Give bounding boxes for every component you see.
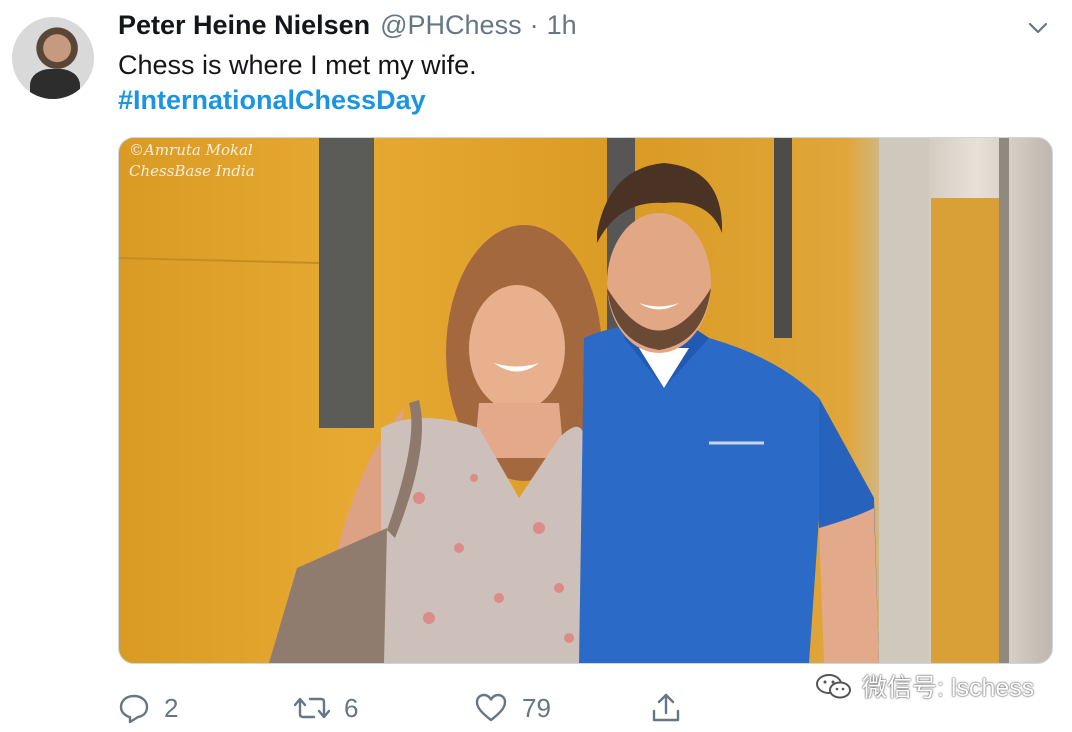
header-separator: · bbox=[529, 10, 539, 40]
photo-credit: ©Amruta Mokal ChessBase India bbox=[129, 140, 255, 182]
tweet-menu-chevron-down-icon[interactable] bbox=[1024, 14, 1052, 42]
share-button[interactable] bbox=[650, 690, 682, 726]
watermark-text: 微信号: lschess bbox=[862, 674, 1035, 702]
photo-credit-line2: ChessBase India bbox=[129, 162, 255, 180]
retweet-button[interactable]: 6 bbox=[294, 690, 358, 726]
author-handle[interactable]: @PHChess bbox=[380, 10, 521, 41]
reply-icon bbox=[119, 694, 149, 724]
heart-icon bbox=[475, 693, 507, 722]
tweet-header: Peter Heine Nielsen @PHChess · 1h bbox=[118, 10, 577, 42]
wechat-watermark: 微信号: lschess bbox=[814, 670, 1034, 702]
hashtag-link[interactable]: #InternationalChessDay bbox=[118, 85, 426, 116]
retweet-count: 6 bbox=[344, 692, 359, 723]
tweet-text: Chess is where I met my wife. bbox=[118, 50, 477, 80]
author-avatar[interactable] bbox=[12, 17, 94, 99]
retweet-icon bbox=[294, 697, 330, 719]
wechat-icon bbox=[816, 674, 851, 699]
like-button[interactable]: 79 bbox=[474, 690, 551, 726]
share-icon bbox=[652, 693, 680, 722]
like-count: 79 bbox=[522, 692, 551, 723]
tweet-actions: 2 6 79 bbox=[118, 690, 718, 726]
reply-count: 2 bbox=[164, 692, 179, 723]
reply-button[interactable]: 2 bbox=[118, 690, 178, 726]
author-name[interactable]: Peter Heine Nielsen bbox=[118, 10, 370, 41]
photo-scene bbox=[119, 138, 1009, 663]
tweet-timestamp[interactable]: 1h bbox=[547, 10, 577, 41]
tweet-photo[interactable]: ©Amruta Mokal ChessBase India bbox=[118, 137, 1053, 664]
photo-credit-line1: ©Amruta Mokal bbox=[129, 141, 253, 159]
avatar-shirt bbox=[30, 69, 80, 99]
